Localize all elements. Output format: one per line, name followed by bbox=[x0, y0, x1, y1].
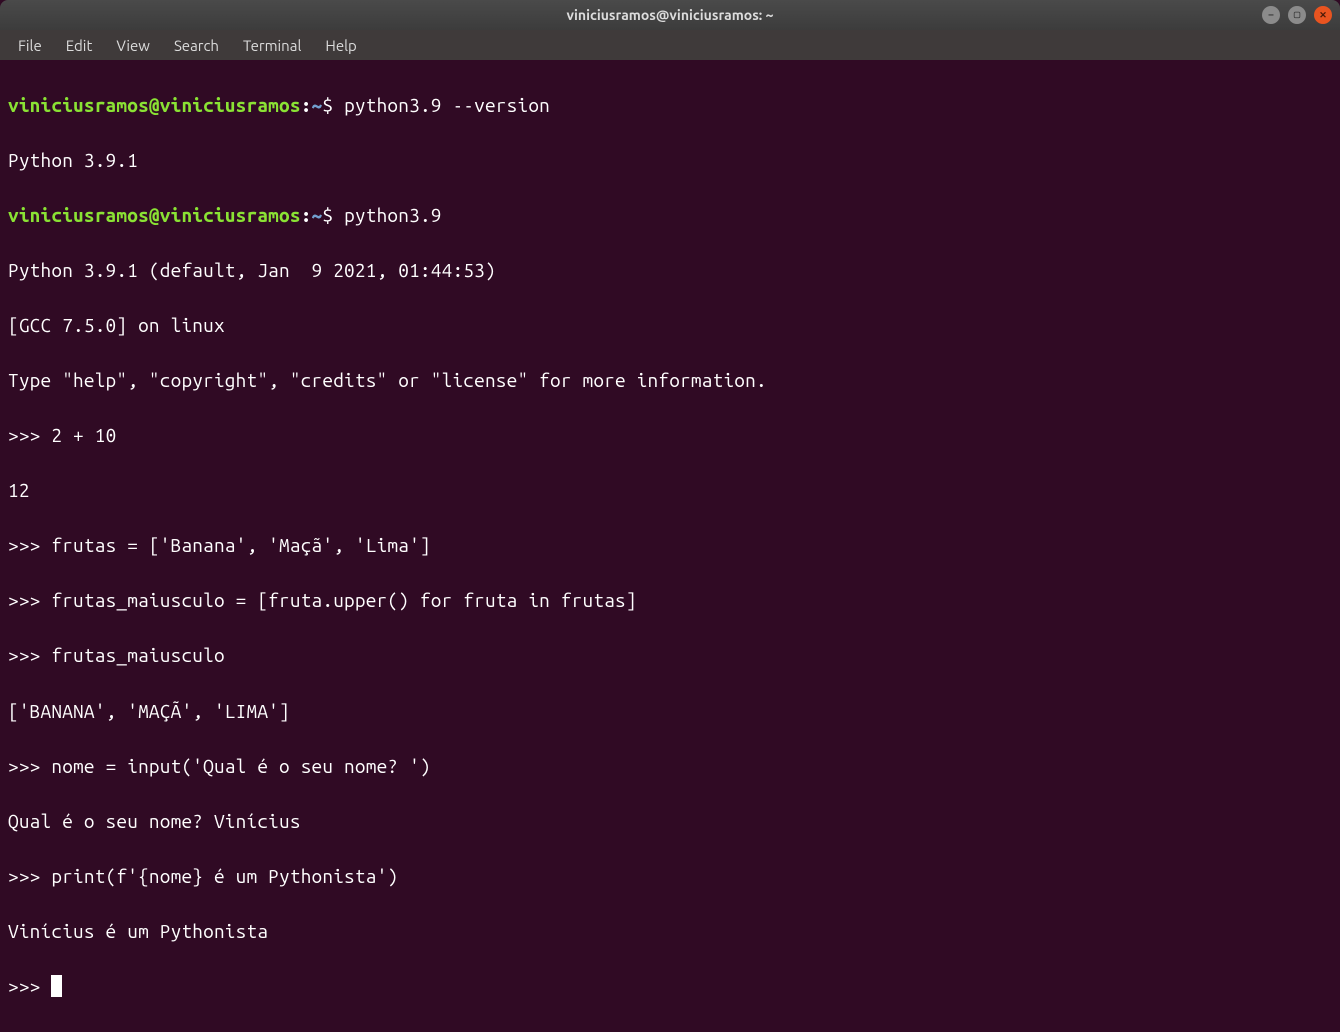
ps1-at: @ bbox=[149, 204, 160, 226]
python-output: 12 bbox=[8, 477, 1332, 505]
python-output: Vinícius é um Pythonista bbox=[8, 918, 1332, 946]
menu-terminal[interactable]: Terminal bbox=[233, 33, 311, 58]
python-input: nome = input('Qual é o seu nome? ') bbox=[51, 755, 430, 777]
ps1-dollar: $ bbox=[322, 94, 333, 116]
shell-command: python3.9 --version bbox=[344, 94, 550, 116]
ps1-path: ~ bbox=[312, 204, 323, 226]
python-repl-line-current: >>> bbox=[8, 973, 1332, 1001]
python-input: frutas_maiusculo = [fruta.upper() for fr… bbox=[51, 589, 636, 611]
ps1-user: viniciusramos bbox=[8, 204, 149, 226]
ps1-space bbox=[333, 94, 344, 116]
titlebar: viniciusramos@viniciusramos: ~ bbox=[0, 0, 1340, 30]
close-button[interactable] bbox=[1314, 6, 1332, 24]
python-repl-line: >>> frutas_maiusculo bbox=[8, 642, 1332, 670]
shell-line-1: viniciusramos@viniciusramos:~$ python3.9… bbox=[8, 92, 1332, 120]
python-repl-line: >>> nome = input('Qual é o seu nome? ') bbox=[8, 753, 1332, 781]
python-repl-line: >>> print(f'{nome} é um Pythonista') bbox=[8, 863, 1332, 891]
python-repl-line: >>> frutas = ['Banana', 'Maçã', 'Lima'] bbox=[8, 532, 1332, 560]
menu-search[interactable]: Search bbox=[164, 33, 229, 58]
ps1-at: @ bbox=[149, 94, 160, 116]
python-input: 2 + 10 bbox=[51, 424, 116, 446]
terminal-body[interactable]: viniciusramos@viniciusramos:~$ python3.9… bbox=[0, 60, 1340, 1032]
maximize-button[interactable] bbox=[1288, 6, 1306, 24]
ps1-path: ~ bbox=[312, 94, 323, 116]
ps1-host: viniciusramos bbox=[160, 94, 301, 116]
menubar: File Edit View Search Terminal Help bbox=[0, 30, 1340, 60]
python-prompt: >>> bbox=[8, 644, 51, 666]
python-input: frutas_maiusculo bbox=[51, 644, 224, 666]
ps1-space bbox=[333, 204, 344, 226]
python-repl-line: >>> 2 + 10 bbox=[8, 422, 1332, 450]
python-banner-line: Type "help", "copyright", "credits" or "… bbox=[8, 367, 1332, 395]
ps1-colon: : bbox=[301, 204, 312, 226]
menu-view[interactable]: View bbox=[106, 33, 160, 58]
python-prompt: >>> bbox=[8, 755, 51, 777]
python-prompt: >>> bbox=[8, 865, 51, 887]
window-controls bbox=[1262, 6, 1332, 24]
python-prompt: >>> bbox=[8, 534, 51, 556]
window-title: viniciusramos@viniciusramos: ~ bbox=[567, 7, 774, 23]
cursor bbox=[51, 975, 62, 997]
menu-help[interactable]: Help bbox=[315, 33, 366, 58]
menu-edit[interactable]: Edit bbox=[56, 33, 103, 58]
ps1-host: viniciusramos bbox=[160, 204, 301, 226]
python-output: ['BANANA', 'MAÇÃ', 'LIMA'] bbox=[8, 698, 1332, 726]
menu-file[interactable]: File bbox=[8, 33, 52, 58]
python-prompt: >>> bbox=[8, 424, 51, 446]
shell-line-2: viniciusramos@viniciusramos:~$ python3.9 bbox=[8, 202, 1332, 230]
python-input: print(f'{nome} é um Pythonista') bbox=[51, 865, 398, 887]
shell-output: Python 3.9.1 bbox=[8, 147, 1332, 175]
ps1-user: viniciusramos bbox=[8, 94, 149, 116]
python-output: Qual é o seu nome? Vinícius bbox=[8, 808, 1332, 836]
python-banner-line: [GCC 7.5.0] on linux bbox=[8, 312, 1332, 340]
minimize-button[interactable] bbox=[1262, 6, 1280, 24]
python-prompt: >>> bbox=[8, 589, 51, 611]
ps1-dollar: $ bbox=[322, 204, 333, 226]
ps1-colon: : bbox=[301, 94, 312, 116]
python-banner-line: Python 3.9.1 (default, Jan 9 2021, 01:44… bbox=[8, 257, 1332, 285]
shell-command: python3.9 bbox=[344, 204, 442, 226]
python-input: frutas = ['Banana', 'Maçã', 'Lima'] bbox=[51, 534, 430, 556]
python-prompt: >>> bbox=[8, 975, 51, 997]
